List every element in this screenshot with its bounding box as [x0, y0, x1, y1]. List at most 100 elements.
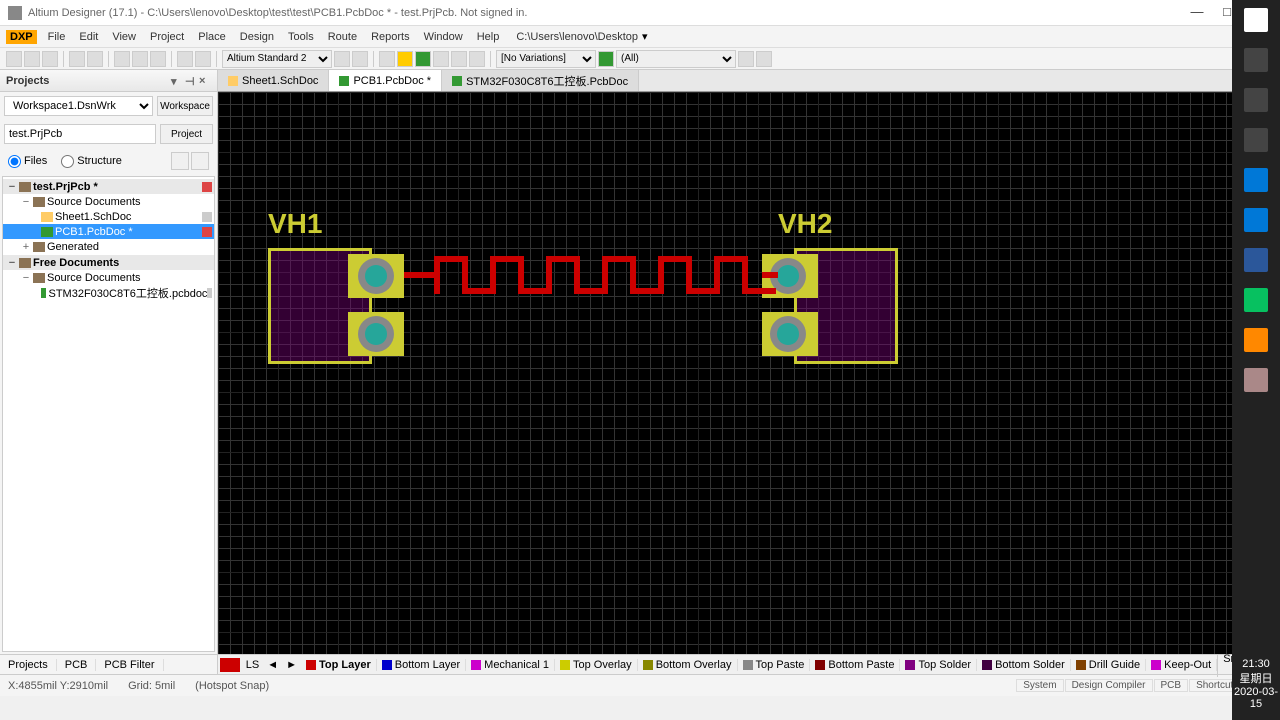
tree-source-docs[interactable]: −Source Documents [3, 194, 214, 209]
tree-pcb1[interactable]: PCB1.PcbDoc * [3, 224, 214, 239]
btab-pcb[interactable]: PCB [57, 659, 97, 671]
component-vh2[interactable] [778, 248, 898, 368]
tb-fill-icon[interactable] [415, 51, 431, 67]
tray-start-icon[interactable] [1244, 8, 1268, 32]
menu-design[interactable]: Design [233, 31, 281, 43]
menu-help[interactable]: Help [470, 31, 507, 43]
layer-prev-icon[interactable]: ◄ [263, 659, 282, 671]
tb-comp-icon[interactable] [469, 51, 485, 67]
title-bar: Altium Designer (17.1) - C:\Users\lenovo… [0, 0, 1280, 26]
tray-edge-icon[interactable] [1244, 168, 1268, 192]
btab-projects[interactable]: Projects [0, 659, 57, 671]
tb-paste-icon[interactable] [150, 51, 166, 67]
tab-pcb1[interactable]: PCB1.PcbDoc * [329, 70, 442, 91]
layer-mech[interactable]: Mechanical 1 [466, 659, 555, 671]
tb-text-icon[interactable] [451, 51, 467, 67]
menu-edit[interactable]: Edit [72, 31, 105, 43]
tb-save-icon[interactable] [42, 51, 58, 67]
status-dc[interactable]: Design Compiler [1065, 679, 1153, 692]
menu-view[interactable]: View [105, 31, 143, 43]
layer-top-solder[interactable]: Top Solder [900, 659, 977, 671]
tb-copy-icon[interactable] [132, 51, 148, 67]
menu-reports[interactable]: Reports [364, 31, 417, 43]
component-vh1[interactable] [268, 248, 388, 368]
layer-bot-paste[interactable]: Bottom Paste [810, 659, 900, 671]
tb-print-icon[interactable] [69, 51, 85, 67]
layer-top-overlay[interactable]: Top Overlay [555, 659, 638, 671]
tab-stm32[interactable]: STM32F030C8T6工控板.PcbDoc [442, 70, 639, 91]
tb-clear-icon[interactable] [756, 51, 772, 67]
layer-bottom[interactable]: Bottom Layer [377, 659, 466, 671]
menu-project[interactable]: Project [143, 31, 191, 43]
tab-sheet1[interactable]: Sheet1.SchDoc [218, 70, 329, 91]
tray-clock[interactable]: 21:30星期日2020-03-15 [1232, 658, 1280, 710]
files-radio[interactable]: Files [8, 155, 47, 168]
layer-keepout[interactable]: Keep-Out [1146, 659, 1217, 671]
layer-drill[interactable]: Drill Guide [1071, 659, 1146, 671]
tb-poly-icon[interactable] [433, 51, 449, 67]
tb-route-icon[interactable] [379, 51, 395, 67]
layer-top-paste[interactable]: Top Paste [738, 659, 811, 671]
workspace-button[interactable]: Workspace [157, 96, 213, 116]
tray-wechat-icon[interactable] [1244, 288, 1268, 312]
tree-stm32[interactable]: STM32F030C8T6工控板.pcbdoc [3, 285, 214, 300]
project-button[interactable]: Project [160, 124, 213, 144]
tree-source-docs2[interactable]: −Source Documents [3, 270, 214, 285]
menu-tools[interactable]: Tools [281, 31, 321, 43]
tray-app3-icon[interactable] [1244, 328, 1268, 352]
tray-taskview-icon[interactable] [1244, 128, 1268, 152]
recent-path[interactable]: C:\Users\lenovo\Desktop [516, 31, 638, 43]
tb-via-icon[interactable] [397, 51, 413, 67]
project-input[interactable] [4, 124, 156, 144]
tb-filter-select[interactable]: (All) [616, 50, 736, 68]
tb-open-icon[interactable] [24, 51, 40, 67]
layer-top[interactable]: Top Layer [301, 659, 377, 671]
layer-ls[interactable]: LS [242, 659, 263, 671]
panel-close-icon[interactable]: × [199, 75, 211, 87]
tree-generated[interactable]: +Generated [3, 239, 214, 254]
menu-file[interactable]: File [41, 31, 73, 43]
trace-right[interactable] [762, 272, 778, 278]
menu-place[interactable]: Place [191, 31, 233, 43]
tb-layer-icon[interactable] [352, 51, 368, 67]
tray-search-icon[interactable] [1244, 48, 1268, 72]
workspace-select[interactable]: Workspace1.DsnWrk [4, 96, 153, 116]
layer-bot-overlay[interactable]: Bottom Overlay [638, 659, 738, 671]
status-system[interactable]: System [1016, 679, 1063, 692]
options-icon[interactable] [191, 152, 209, 170]
pcb-canvas[interactable]: VH1 VH2 [218, 92, 1280, 654]
tb-apply-icon[interactable] [738, 51, 754, 67]
layer-swatch[interactable] [220, 658, 240, 672]
tb-preview-icon[interactable] [87, 51, 103, 67]
tray-app2-icon[interactable] [1244, 248, 1268, 272]
tb-grid-icon[interactable] [334, 51, 350, 67]
tray-altium-icon[interactable] [1244, 368, 1268, 392]
tb-standard-select[interactable]: Altium Standard 2 [222, 50, 332, 68]
tree-free-docs[interactable]: −Free Documents [3, 255, 214, 270]
minimize-button[interactable]: — [1182, 4, 1212, 22]
menu-route[interactable]: Route [321, 31, 364, 43]
tray-cortana-icon[interactable] [1244, 88, 1268, 112]
tree-sheet1[interactable]: Sheet1.SchDoc [3, 209, 214, 224]
panel-menu-icon[interactable]: ▾ [171, 75, 183, 87]
tb-undo-icon[interactable] [177, 51, 193, 67]
structure-radio[interactable]: Structure [61, 155, 122, 168]
menu-dxp[interactable]: DXP [6, 30, 37, 44]
layer-next-icon[interactable]: ► [282, 659, 301, 671]
project-tree[interactable]: −test.PrjPcb * −Source Documents Sheet1.… [2, 176, 215, 652]
refresh-icon[interactable] [171, 152, 189, 170]
btab-pcbfilter[interactable]: PCB Filter [96, 659, 163, 671]
tb-cut-icon[interactable] [114, 51, 130, 67]
panel-pin-icon[interactable]: ⊣ [185, 75, 197, 87]
menu-window[interactable]: Window [417, 31, 470, 43]
layer-bot-solder[interactable]: Bottom Solder [977, 659, 1071, 671]
tb-variation-select[interactable]: [No Variations] [496, 50, 596, 68]
trace-left[interactable] [404, 272, 434, 278]
serpentine-trace[interactable] [434, 256, 770, 294]
tb-flag-icon[interactable] [598, 51, 614, 67]
status-pcb[interactable]: PCB [1154, 679, 1189, 692]
tree-project[interactable]: −test.PrjPcb * [3, 179, 214, 194]
tray-app1-icon[interactable] [1244, 208, 1268, 232]
tb-redo-icon[interactable] [195, 51, 211, 67]
tb-new-icon[interactable] [6, 51, 22, 67]
